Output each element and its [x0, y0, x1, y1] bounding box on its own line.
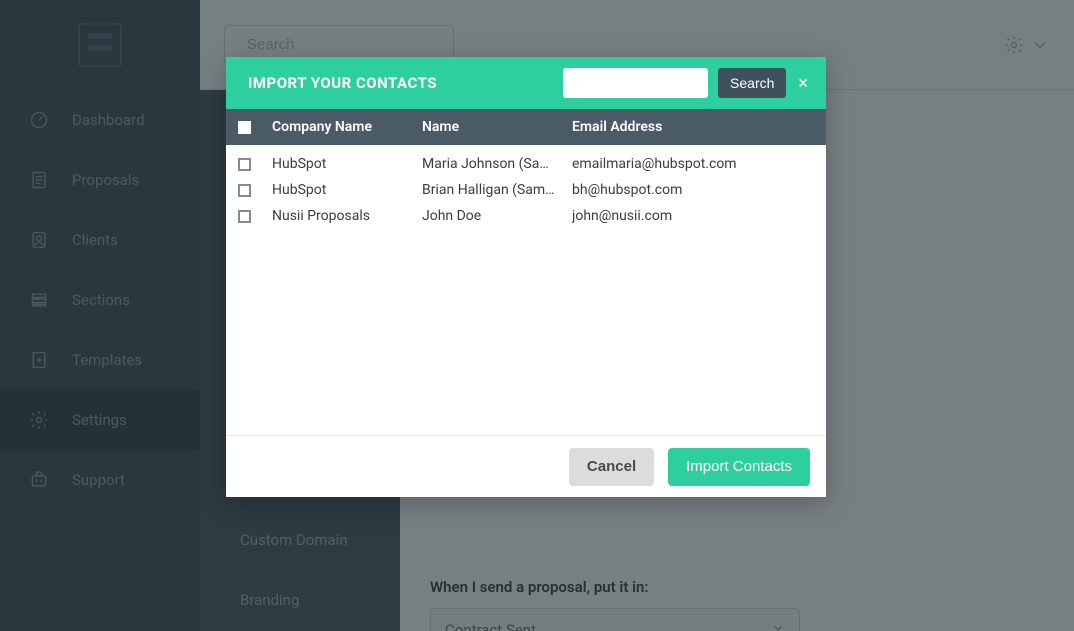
cell-company: HubSpot — [272, 156, 422, 172]
table-row[interactable]: HubSpot Brian Halligan (Sam… bh@hubspot.… — [226, 177, 826, 203]
import-contacts-button[interactable]: Import Contacts — [668, 448, 810, 486]
table-header: Company Name Name Email Address — [226, 109, 826, 145]
modal-header: IMPORT YOUR CONTACTS Search × — [226, 57, 826, 109]
cell-email: bh@hubspot.com — [572, 182, 814, 198]
table-row[interactable]: HubSpot Maria Johnson (Sa… emailmaria@hu… — [226, 151, 826, 177]
cell-company: Nusii Proposals — [272, 208, 422, 224]
row-checkbox[interactable] — [238, 184, 251, 197]
select-all-checkbox[interactable] — [238, 121, 251, 134]
cell-company: HubSpot — [272, 182, 422, 198]
cell-email: john@nusii.com — [572, 208, 814, 224]
close-icon[interactable]: × — [796, 73, 810, 94]
row-checkbox[interactable] — [238, 210, 251, 223]
cell-name: Brian Halligan (Sam… — [422, 182, 572, 198]
modal-title: IMPORT YOUR CONTACTS — [248, 74, 437, 92]
table-row[interactable]: Nusii Proposals John Doe john@nusii.com — [226, 203, 826, 229]
cell-name: Maria Johnson (Sa… — [422, 156, 572, 172]
column-name: Name — [422, 119, 572, 135]
modal-search-button[interactable]: Search — [718, 68, 786, 98]
cancel-button[interactable]: Cancel — [569, 448, 654, 486]
import-contacts-modal: IMPORT YOUR CONTACTS Search × Company Na… — [226, 57, 826, 497]
cell-name: John Doe — [422, 208, 572, 224]
modal-search-input[interactable] — [563, 68, 708, 98]
column-company: Company Name — [272, 119, 422, 135]
modal-footer: Cancel Import Contacts — [226, 435, 826, 497]
cell-email: emailmaria@hubspot.com — [572, 156, 814, 172]
table-body: HubSpot Maria Johnson (Sa… emailmaria@hu… — [226, 145, 826, 435]
column-email: Email Address — [572, 119, 814, 135]
row-checkbox[interactable] — [238, 158, 251, 171]
